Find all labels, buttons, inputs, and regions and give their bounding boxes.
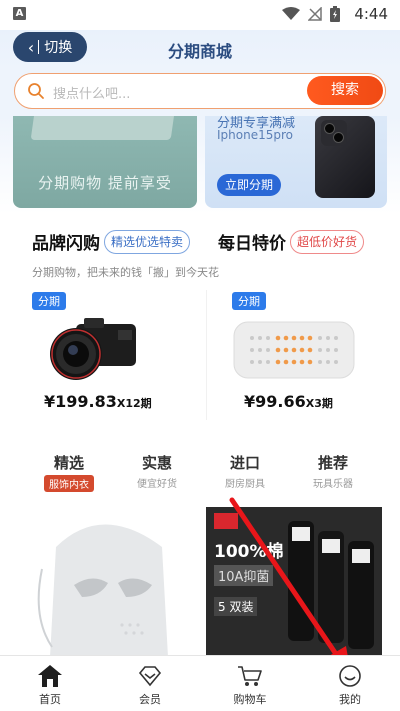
nav-label: 会员 xyxy=(139,693,161,706)
socks-line-2: 10A抑菌 xyxy=(214,565,274,586)
product-card-camera[interactable]: 分期 ¥199.83X12期 xyxy=(32,292,212,417)
iphone-image xyxy=(315,116,375,198)
search-bar-area: 搜点什么吧... 搜索 xyxy=(0,70,400,116)
socks-line-1: 100%棉 xyxy=(214,542,284,562)
category-tabs: 精选 服饰内衣 实惠 便宜好货 进口 厨房厨具 推荐 玩具乐器 xyxy=(0,452,400,492)
product-card-socks[interactable]: 100%棉 10A抑菌 5 双装 xyxy=(206,507,382,657)
divider xyxy=(206,290,207,420)
no-signal-icon xyxy=(308,7,322,21)
search-box[interactable]: 搜点什么吧... 搜索 xyxy=(14,73,386,109)
diamond-icon xyxy=(138,666,162,687)
flash-sale-title: 品牌闪购 xyxy=(32,234,100,254)
flash-sale-header: 品牌闪购 精选优选特卖 xyxy=(32,229,191,254)
price-value: ¥199.83 xyxy=(44,392,117,411)
product-price: ¥199.83X12期 xyxy=(44,392,152,411)
tab-featured[interactable]: 精选 服饰内衣 xyxy=(24,452,114,492)
header: ‹ 切换 分期商城 xyxy=(0,30,400,70)
nav-label: 我的 xyxy=(339,693,361,706)
status-icons xyxy=(282,6,340,22)
installment-tag: 分期 xyxy=(232,292,266,310)
product-card-face-mask[interactable] xyxy=(12,507,194,657)
nav-label: 购物车 xyxy=(233,693,267,706)
tab-title: 进口 xyxy=(229,454,260,472)
banner-iphone[interactable]: 分期专享满减 Iphone15pro 立即分期 xyxy=(205,116,387,208)
price-value: ¥99.66 xyxy=(244,392,306,411)
tab-title: 推荐 xyxy=(317,454,348,472)
battery-icon xyxy=(330,6,340,22)
nav-item-profile[interactable]: 我的 xyxy=(300,656,400,711)
speaker-image xyxy=(233,321,355,379)
tab-subtitle: 服饰内衣 xyxy=(44,475,94,492)
clock: 4:44 xyxy=(354,5,388,23)
app-notification-icon: A xyxy=(13,7,26,20)
tab-subtitle: 厨房厨具 xyxy=(225,479,265,490)
installment-tag: 分期 xyxy=(32,292,66,310)
socks-line-3: 5 双装 xyxy=(214,597,258,616)
cart-icon xyxy=(238,666,262,686)
tab-title: 精选 xyxy=(53,454,84,472)
flash-sale-pill[interactable]: 精选优选特卖 xyxy=(104,229,191,254)
tab-subtitle: 玩具乐器 xyxy=(313,479,353,490)
nav-item-home[interactable]: 首页 xyxy=(0,656,100,711)
flash-sale-subtitle: 分期购物，把未来的钱「搬」到今天花 xyxy=(32,266,219,279)
search-icon xyxy=(28,83,44,99)
tab-subtitle: 便宜好货 xyxy=(137,479,177,490)
wifi-icon xyxy=(282,7,300,20)
nav-label: 首页 xyxy=(39,693,61,706)
camera-image xyxy=(50,318,136,380)
tab-title: 实惠 xyxy=(141,454,172,472)
banner-decoration xyxy=(30,116,176,140)
banner-row: 分期购物 提前享受 分期专享满减 Iphone15pro 立即分期 xyxy=(0,116,400,214)
product-price: ¥99.66X3期 xyxy=(244,392,333,411)
banner-right-subtitle: Iphone15pro xyxy=(217,128,293,142)
status-bar: A 4:44 xyxy=(0,0,400,30)
tab-value[interactable]: 实惠 便宜好货 xyxy=(112,452,202,490)
search-input[interactable]: 搜点什么吧... xyxy=(53,83,130,102)
brand-logo xyxy=(214,513,238,529)
smiley-icon xyxy=(339,665,361,687)
socks-image xyxy=(288,521,374,649)
installment-now-button[interactable]: 立即分期 xyxy=(217,174,281,196)
installment-term: X3期 xyxy=(305,397,333,410)
daily-deal-pill[interactable]: 超低价好货 xyxy=(290,229,365,254)
tab-imported[interactable]: 进口 厨房厨具 xyxy=(200,452,290,490)
daily-deal-title: 每日特价 xyxy=(218,234,286,254)
camera-module xyxy=(321,120,347,146)
bottom-nav: 首页 会员 购物车 我的 xyxy=(0,655,400,711)
banner-installment-shopping[interactable]: 分期购物 提前享受 xyxy=(13,116,197,208)
product-card-speaker[interactable]: 分期 ¥99.66X3期 xyxy=(232,292,400,417)
banner-left-text: 分期购物 提前享受 xyxy=(38,174,172,192)
page-title: 分期商城 xyxy=(167,42,232,61)
face-mask-image xyxy=(37,524,168,657)
nav-item-cart[interactable]: 购物车 xyxy=(200,656,300,711)
search-button[interactable]: 搜索 xyxy=(307,76,383,105)
installment-term: X12期 xyxy=(116,397,152,410)
nav-item-membership[interactable]: 会员 xyxy=(100,656,200,711)
home-icon xyxy=(38,665,62,687)
tab-recommended[interactable]: 推荐 玩具乐器 xyxy=(288,452,378,490)
daily-deal-header: 每日特价 超低价好货 xyxy=(218,229,365,254)
